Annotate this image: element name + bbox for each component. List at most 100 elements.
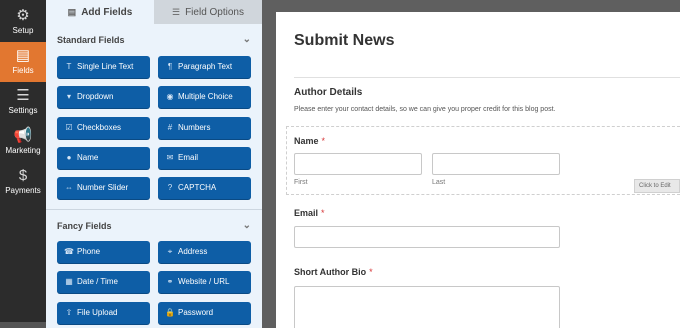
sliders-icon: ☰ xyxy=(172,7,181,17)
bio-field-label: Short Author Bio * xyxy=(294,267,373,277)
upload-icon: ⇧ xyxy=(65,308,73,317)
field-button-label: Numbers xyxy=(178,123,211,132)
fields-icon: ▤ xyxy=(15,47,31,64)
slider-icon: ⇔ xyxy=(65,183,73,192)
field-button-email[interactable]: ✉ Email xyxy=(158,147,251,169)
nav-item-payments[interactable]: $ Payments xyxy=(0,162,46,202)
section-description: Please enter your contact details, so we… xyxy=(294,106,556,113)
link-icon: ⚭ xyxy=(166,277,174,286)
group-title: Standard Fields xyxy=(57,35,125,45)
nav-footer xyxy=(0,322,46,328)
bio-textarea[interactable] xyxy=(294,286,560,328)
field-button-label: Single Line Text xyxy=(77,62,134,71)
form-preview: Submit News Author Details Please enter … xyxy=(276,12,680,328)
megaphone-icon: 📢 xyxy=(13,127,33,144)
lock-icon: 🔒 xyxy=(165,308,175,317)
nav-item-settings[interactable]: ☰ Settings xyxy=(0,82,46,122)
group-header-fancy[interactable]: Fancy Fields ⌄ xyxy=(46,218,262,234)
field-button-label: Name xyxy=(77,153,99,162)
nav-item-label: Payments xyxy=(5,186,41,195)
hash-icon: # xyxy=(167,123,173,132)
field-button-checkboxes[interactable]: ☑ Checkboxes xyxy=(57,117,150,139)
field-button-label: Phone xyxy=(77,247,101,256)
form-title: Submit News xyxy=(294,32,395,49)
field-button-phone[interactable]: ☎ Phone xyxy=(57,241,150,263)
nav-item-label: Setup xyxy=(12,26,34,35)
tab-add-fields[interactable]: ▤ Add Fields xyxy=(46,0,154,24)
field-button-label: Website / URL xyxy=(178,277,230,286)
required-marker: * xyxy=(369,267,373,277)
section-title: Author Details xyxy=(294,87,363,98)
required-marker: * xyxy=(321,208,325,218)
field-button-label: Number Slider xyxy=(77,183,129,192)
field-button-numbers[interactable]: # Numbers xyxy=(158,117,251,139)
question-icon: ? xyxy=(167,183,173,192)
last-name-sublabel: Last xyxy=(432,179,446,186)
chevron-down-icon: ⌄ xyxy=(242,34,251,45)
field-button-captcha[interactable]: ? CAPTCHA xyxy=(158,177,251,199)
group-title: Fancy Fields xyxy=(57,221,112,231)
nav-item-label: Marketing xyxy=(5,146,41,155)
field-button-dropdown[interactable]: ▾ Dropdown xyxy=(57,86,150,108)
list-icon: ▤ xyxy=(67,7,77,17)
nav-item-setup[interactable]: ⚙ Setup xyxy=(0,2,46,42)
radio-icon: ◉ xyxy=(166,92,174,101)
fields-panel: ▤ Add Fields ☰ Field Options Standard Fiel… xyxy=(46,0,262,328)
group-header-standard[interactable]: Standard Fields ⌄ xyxy=(46,32,262,48)
checkbox-icon: ☑ xyxy=(65,123,73,132)
click-to-edit-tag[interactable]: Click to Edit xyxy=(634,179,680,193)
field-button-address[interactable]: ⌖ Address xyxy=(158,241,251,263)
email-label-text: Email xyxy=(294,208,319,218)
tab-field-options[interactable]: ☰ Field Options xyxy=(154,0,262,24)
name-label-text: Name xyxy=(294,136,319,146)
field-button-file-upload[interactable]: ⇧ File Upload xyxy=(57,302,150,324)
field-button-label: File Upload xyxy=(77,308,118,317)
field-button-label: CAPTCHA xyxy=(178,183,217,192)
field-button-multiple-choice[interactable]: ◉ Multiple Choice xyxy=(158,86,251,108)
form-divider xyxy=(294,77,680,78)
user-icon: ● xyxy=(66,153,72,162)
field-button-label: Dropdown xyxy=(77,92,114,101)
last-name-input[interactable] xyxy=(432,153,560,175)
field-button-label: Address xyxy=(178,247,208,256)
panel-tabs: ▤ Add Fields ☰ Field Options xyxy=(46,0,262,24)
dropdown-icon: ▾ xyxy=(66,92,71,101)
main-nav: ⚙ Setup ▤ Fields ☰ Settings 📢 Marketing … xyxy=(0,0,46,328)
calendar-icon: ▦ xyxy=(65,277,73,286)
paragraph-icon: ¶ xyxy=(167,62,173,71)
first-name-input[interactable] xyxy=(294,153,422,175)
field-button-name[interactable]: ● Name xyxy=(57,147,150,169)
field-button-label: Date / Time xyxy=(77,277,118,286)
email-field-label: Email * xyxy=(294,208,325,218)
field-button-label: Password xyxy=(178,308,214,317)
field-button-label: Checkboxes xyxy=(77,123,122,132)
nav-item-label: Settings xyxy=(8,106,38,115)
nav-item-label: Fields xyxy=(12,66,34,75)
email-input[interactable] xyxy=(294,226,560,248)
nav-item-fields[interactable]: ▤ Fields xyxy=(0,42,46,82)
tab-label: Field Options xyxy=(185,7,244,18)
name-field-label: Name * xyxy=(294,136,325,146)
required-marker: * xyxy=(321,136,326,146)
field-button-date-time[interactable]: ▦ Date / Time xyxy=(57,271,150,293)
bio-label-text: Short Author Bio xyxy=(294,267,367,277)
phone-icon: ☎ xyxy=(64,247,74,256)
preview-backdrop xyxy=(262,0,276,328)
field-button-website-url[interactable]: ⚭ Website / URL xyxy=(158,271,251,293)
envelope-icon: ✉ xyxy=(166,153,174,162)
first-name-sublabel: First xyxy=(294,179,308,186)
text-icon: T xyxy=(66,62,72,71)
dollar-icon: $ xyxy=(18,167,28,184)
group-divider xyxy=(46,209,262,210)
chevron-down-icon: ⌄ xyxy=(242,220,251,231)
map-pin-icon: ⌖ xyxy=(167,247,173,256)
nav-item-marketing[interactable]: 📢 Marketing xyxy=(0,122,46,162)
field-button-paragraph-text[interactable]: ¶ Paragraph Text xyxy=(158,56,251,78)
field-button-label: Multiple Choice xyxy=(178,92,233,101)
field-button-number-slider[interactable]: ⇔ Number Slider xyxy=(57,177,150,199)
field-button-password[interactable]: 🔒 Password xyxy=(158,302,251,324)
tab-label: Add Fields xyxy=(81,7,133,18)
gear-icon: ⚙ xyxy=(16,7,30,24)
field-button-label: Email xyxy=(178,153,199,162)
field-button-single-line-text[interactable]: T Single Line Text xyxy=(57,56,150,78)
